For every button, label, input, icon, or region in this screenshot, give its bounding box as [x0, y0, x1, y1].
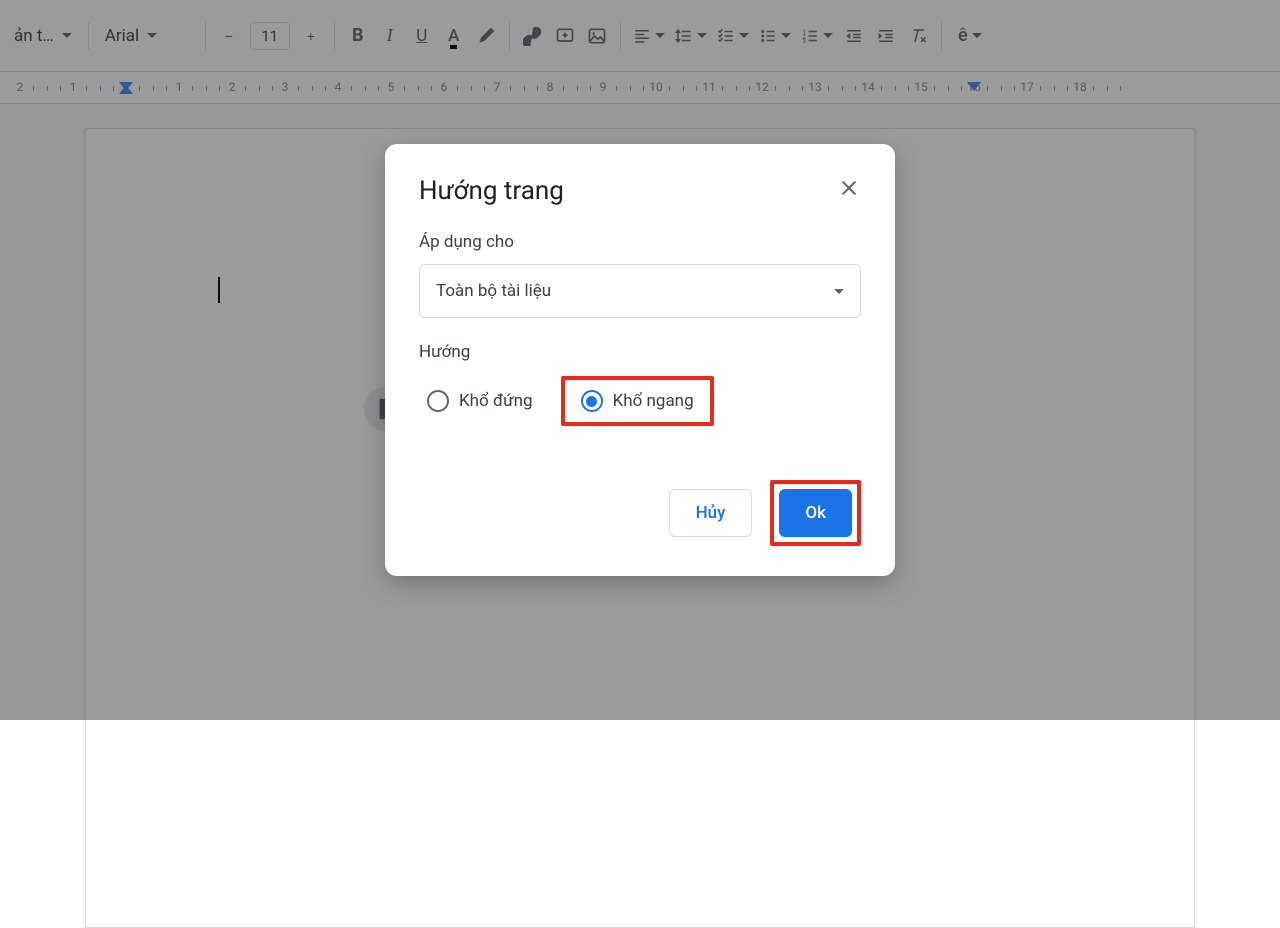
- chevron-down-icon: [834, 289, 844, 294]
- radio-unchecked-icon: [427, 390, 449, 412]
- ok-button[interactable]: Ok: [779, 489, 852, 537]
- dialog-actions: Hủy Ok: [419, 480, 861, 546]
- ok-label: Ok: [805, 503, 826, 523]
- page-orientation-dialog: Hướng trang Áp dụng cho Toàn bộ tài liệu…: [385, 144, 895, 576]
- apply-to-label: Áp dụng cho: [419, 232, 861, 252]
- orientation-landscape-radio[interactable]: Khổ ngang: [573, 384, 702, 418]
- modal-scrim[interactable]: Hướng trang Áp dụng cho Toàn bộ tài liệu…: [0, 0, 1280, 720]
- highlight-annotation: Khổ ngang: [561, 376, 714, 426]
- radio-checked-icon: [581, 390, 603, 412]
- apply-to-value: Toàn bộ tài liệu: [436, 281, 551, 301]
- portrait-label: Khổ đứng: [459, 391, 533, 411]
- close-icon: [839, 178, 859, 198]
- orientation-radio-group: Khổ đứng Khổ ngang: [419, 376, 861, 426]
- cancel-button[interactable]: Hủy: [669, 489, 753, 537]
- close-button[interactable]: [833, 172, 865, 204]
- highlight-annotation: Ok: [770, 480, 861, 546]
- orientation-portrait-radio[interactable]: Khổ đứng: [419, 384, 541, 418]
- landscape-label: Khổ ngang: [613, 391, 694, 411]
- dialog-title: Hướng trang: [419, 176, 861, 206]
- cancel-label: Hủy: [696, 503, 726, 523]
- apply-to-select[interactable]: Toàn bộ tài liệu: [419, 264, 861, 318]
- orientation-label: Hướng: [419, 342, 861, 362]
